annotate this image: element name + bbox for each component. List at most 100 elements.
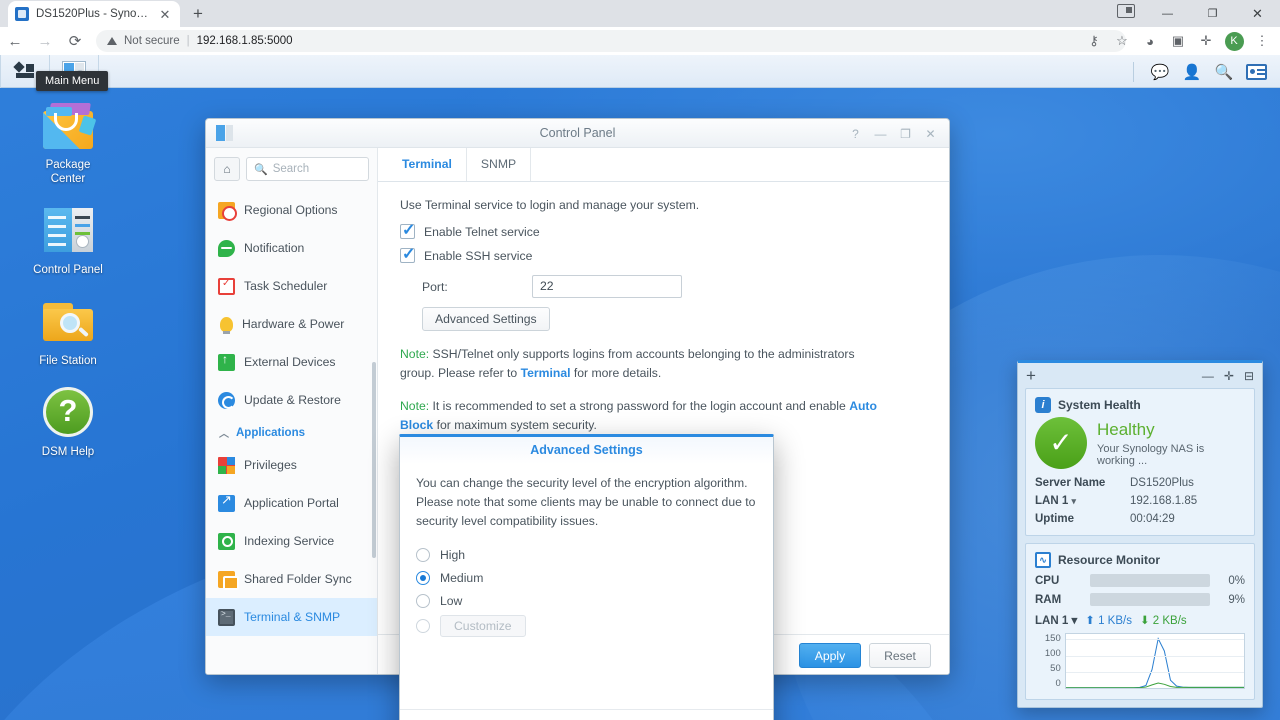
chrome-menu-icon[interactable]: ⋮ (1248, 27, 1276, 55)
sidebar-group-label: Applications (236, 426, 306, 439)
key-icon[interactable]: ⚷ (1080, 27, 1108, 55)
pin-icon[interactable]: ✛ (1224, 369, 1234, 383)
radio-customize[interactable] (416, 618, 430, 633)
sidebar-item-notification[interactable]: Notification (206, 229, 377, 267)
cast-icon[interactable] (1117, 4, 1135, 18)
address-bar[interactable]: Not secure | 192.168.1.85:5000 (96, 30, 1126, 52)
desktop-icon-package-center[interactable]: Package Center (18, 97, 118, 186)
control-panel-titlebar[interactable]: Control Panel ? — ❐ ✕ (206, 119, 949, 148)
taskbar-right-icons: 💬 👤 🔍 (1133, 55, 1272, 88)
customize-button[interactable]: Customize (440, 614, 526, 637)
enable-telnet-checkbox[interactable] (400, 220, 415, 240)
chevron-down-icon: ▾ (1071, 615, 1078, 627)
widget-header-controls: — ✛ ⊟ (1202, 369, 1254, 383)
sidebar-item-application-portal[interactable]: Application Portal (206, 484, 377, 522)
browser-tab[interactable]: DS1520Plus - Synology NAS ✕ (8, 1, 180, 27)
desktop-icon-file-station[interactable]: File Station (18, 293, 118, 368)
sidebar-item-label: Privileges (244, 458, 297, 472)
uptime-row: Uptime 00:04:29 (1035, 513, 1245, 525)
search-icon[interactable]: 🔍 (1208, 55, 1240, 88)
security-level-medium-row[interactable]: Medium (416, 566, 757, 589)
reload-icon[interactable]: ⟳ (60, 27, 90, 55)
star-icon[interactable]: ☆ (1108, 27, 1136, 55)
avatar[interactable]: K (1220, 27, 1248, 55)
security-level-high-row[interactable]: High (416, 543, 757, 566)
sidebar-item-privileges[interactable]: Privileges (206, 446, 377, 484)
search-placeholder: Search (272, 163, 310, 175)
note-prefix: Note: (400, 347, 430, 361)
search-input[interactable]: 🔍 Search (246, 157, 369, 181)
enable-ssh-label: Enable SSH service (424, 248, 533, 263)
puzzle-icon[interactable]: ✛ (1192, 27, 1220, 55)
sidebar-group-applications[interactable]: ︿ Applications (206, 419, 377, 446)
radio-medium[interactable] (416, 570, 430, 585)
maximize-button[interactable]: ❐ (893, 119, 918, 148)
sidebar-item-regional-options[interactable]: Regional Options (206, 191, 377, 229)
terminal-link[interactable]: Terminal (521, 366, 571, 380)
hardware-power-icon (220, 316, 233, 334)
maximize-button[interactable]: ❐ (1190, 0, 1235, 27)
search-icon: 🔍 (254, 163, 268, 176)
widget-toggle-button[interactable] (1240, 55, 1272, 88)
note-text: It is recommended to set a strong passwo… (429, 399, 850, 413)
resource-monitor-icon: ∿ (1035, 552, 1051, 568)
sidebar-item-hardware-power[interactable]: Hardware & Power (206, 305, 377, 343)
desktop-icon-label: Control Panel (33, 264, 103, 276)
tab-terminal[interactable]: Terminal (388, 148, 467, 181)
desktop-icon-label: Package Center (45, 159, 91, 185)
extension-icon[interactable]: ◕ (1136, 27, 1164, 55)
home-button[interactable]: ⌂ (214, 157, 240, 181)
apply-button[interactable]: Apply (799, 643, 861, 668)
widget-panel-header: + — ✛ ⊟ (1018, 363, 1262, 388)
sidebar-item-shared-folder-sync[interactable]: Shared Folder Sync (206, 560, 377, 598)
close-button[interactable]: ✕ (918, 119, 943, 148)
system-health-title: System Health (1058, 398, 1141, 412)
reset-button[interactable]: Reset (869, 643, 931, 668)
widget-collapse-icon[interactable]: ⊟ (1244, 369, 1254, 383)
radio-high[interactable] (416, 547, 430, 562)
security-level-low-row[interactable]: Low (416, 589, 757, 612)
radio-high-label: High (440, 547, 466, 562)
enable-ssh-checkbox[interactable] (400, 244, 415, 264)
port-input[interactable]: 22 (532, 275, 682, 298)
chat-icon[interactable]: 💬 (1144, 55, 1176, 88)
sidebar-item-indexing-service[interactable]: Indexing Service (206, 522, 377, 560)
chevron-up-icon: ︿ (219, 429, 229, 440)
desktop-icon-control-panel[interactable]: Control Panel (18, 202, 118, 277)
user-icon[interactable]: 👤 (1176, 55, 1208, 88)
close-icon[interactable]: ✕ (157, 6, 173, 22)
sidebar-item-external-devices[interactable]: External Devices (206, 343, 377, 381)
new-tab-button[interactable]: + (186, 1, 210, 25)
sidebar-item-task-scheduler[interactable]: Task Scheduler (206, 267, 377, 305)
advanced-settings-button[interactable]: Advanced Settings (422, 307, 550, 331)
close-window-button[interactable]: ✕ (1235, 0, 1280, 27)
forward-icon[interactable]: → (30, 27, 60, 55)
dialog-description: You can change the security level of the… (416, 476, 756, 528)
widget-icon (1245, 63, 1267, 80)
radio-low[interactable] (416, 593, 430, 608)
enable-telnet-row[interactable]: Enable Telnet service (400, 220, 927, 240)
sidebar-scrollbar[interactable] (372, 362, 376, 558)
tab-snmp[interactable]: SNMP (467, 148, 532, 181)
enable-ssh-row[interactable]: Enable SSH service (400, 244, 927, 264)
add-widget-button[interactable]: + (1026, 367, 1036, 384)
sidebar-item-terminal-snmp[interactable]: Terminal & SNMP (206, 598, 377, 636)
sidebar-item-update-restore[interactable]: Update & Restore (206, 381, 377, 419)
sidebar-item-label: Task Scheduler (244, 279, 328, 293)
desktop-icon-dsm-help[interactable]: ? DSM Help (18, 384, 118, 459)
widget-title-row: i System Health (1035, 397, 1245, 413)
application-portal-icon (218, 492, 235, 512)
back-icon[interactable]: ← (0, 27, 30, 55)
minimize-button[interactable]: — (1145, 0, 1190, 27)
window-controls: — ❐ ✕ (1145, 0, 1280, 27)
info-icon: i (1035, 397, 1051, 413)
security-level-customize-row[interactable]: Customize (416, 614, 757, 637)
minimize-button[interactable]: — (868, 119, 893, 148)
widget-panel: + — ✛ ⊟ i System Health ✓ Healthy Your S… (1017, 360, 1263, 708)
webcam-icon[interactable]: ▣ (1164, 27, 1192, 55)
lan1-row[interactable]: LAN 1 ▾ 192.168.1.85 (1035, 495, 1245, 507)
widget-minimize-icon[interactable]: — (1202, 369, 1214, 383)
note-text-after: for maximum system security. (433, 418, 597, 432)
lan-throughput-row[interactable]: LAN 1 ▾ ⬆ 1 KB/s ⬇ 2 KB/s (1035, 613, 1245, 627)
help-button[interactable]: ? (843, 119, 868, 148)
